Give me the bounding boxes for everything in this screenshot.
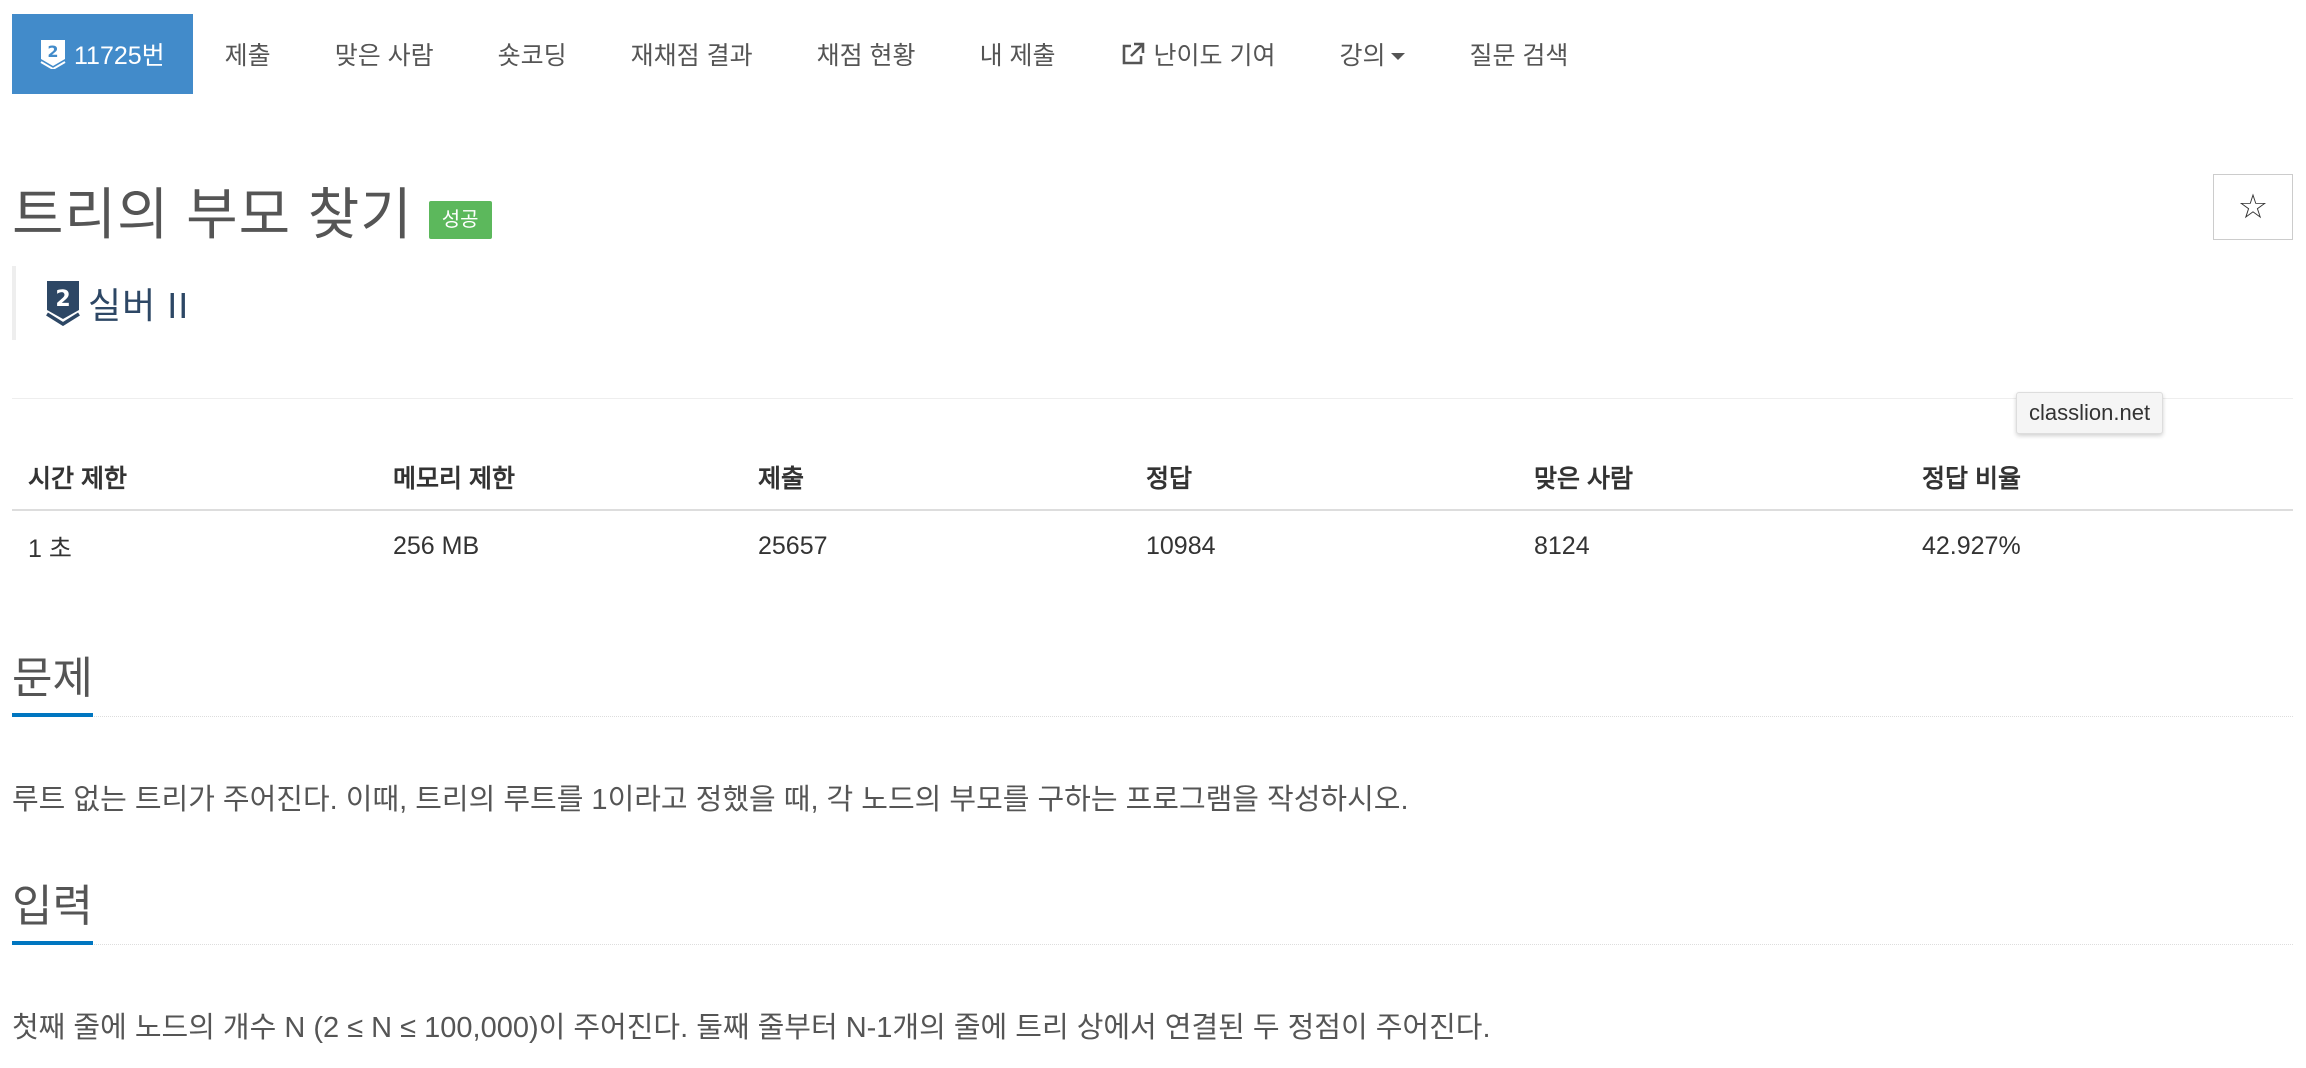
header-accepted: 정답 xyxy=(1130,444,1518,511)
time-limit-value: 1 초 xyxy=(28,534,72,563)
nav-tier-number: 2 xyxy=(47,42,58,61)
star-icon: ☆ xyxy=(2237,188,2269,226)
tier-number: 2 xyxy=(55,287,70,312)
input-description: 첫째 줄에 노드의 개수 N (2 ≤ N ≤ 100,000)이 주어진다. … xyxy=(12,1012,1491,1044)
problem-section-header: 문제 xyxy=(12,645,2293,717)
table-row: 1 초 256 MB 25657 10984 8124 42.927% xyxy=(12,510,2293,582)
solved-users-value: 8124 xyxy=(1534,532,1590,560)
tooltip: classlion.net xyxy=(2016,392,2164,434)
memory-limit-value: 256 MB xyxy=(393,532,480,560)
nav-lecture-label: 강의 xyxy=(1339,42,1386,70)
nav-solved-users[interactable]: 맞은 사람 xyxy=(303,14,466,94)
submissions-value: 25657 xyxy=(758,532,828,560)
nav-difficulty-label: 난이도 기여 xyxy=(1153,42,1276,70)
problem-tier: 2 실버 II xyxy=(12,266,189,340)
nav-my-submissions[interactable]: 내 제출 xyxy=(948,14,1088,94)
header-memory-limit: 메모리 제한 xyxy=(377,444,742,511)
header-solved-users: 맞은 사람 xyxy=(1518,444,1906,511)
nav-problem-label: 11725번 xyxy=(74,42,165,70)
problem-title: 트리의 부모 찾기 xyxy=(12,183,413,246)
input-section-header: 입력 xyxy=(12,873,2293,945)
header-time-limit: 시간 제한 xyxy=(12,444,377,511)
external-link-icon xyxy=(1120,41,1146,67)
nav-judge-status[interactable]: 채점 현황 xyxy=(785,14,948,94)
silver-tier-icon: 2 xyxy=(40,39,66,69)
caret-down-icon xyxy=(1391,52,1406,60)
nav-problem-number[interactable]: 2 11725번 xyxy=(12,14,193,94)
tier-label: 실버 II xyxy=(88,285,190,326)
accept-ratio-value: 42.927% xyxy=(1922,532,2021,560)
table-header-row: 시간 제한 메모리 제한 제출 정답 맞은 사람 정답 비율 xyxy=(12,444,2293,511)
star-button[interactable]: ☆ xyxy=(2213,174,2293,240)
nav-lecture-dropdown[interactable]: 강의 xyxy=(1307,14,1437,94)
nav-submit[interactable]: 제출 xyxy=(193,14,303,94)
nav-difficulty-contribution[interactable]: 난이도 기여 xyxy=(1088,14,1308,94)
problem-nav: 2 11725번 제출 맞은 사람 숏코딩 재채점 결과 채점 현황 내 제출 … xyxy=(12,14,1600,94)
result-badge: 성공 xyxy=(428,200,492,239)
header-accept-ratio: 정답 비율 xyxy=(1906,444,2293,511)
problem-description: 루트 없는 트리가 주어진다. 이때, 트리의 루트를 1이라고 정했을 때, … xyxy=(12,784,1409,816)
problem-info-table: 시간 제한 메모리 제한 제출 정답 맞은 사람 정답 비율 1 초 256 M… xyxy=(12,444,2293,582)
accepted-value: 10984 xyxy=(1146,532,1216,560)
problem-title-row: 트리의 부모 찾기 성공 xyxy=(12,170,492,251)
nav-shortcoding[interactable]: 숏코딩 xyxy=(466,14,599,94)
nav-rejudge-results[interactable]: 재채점 결과 xyxy=(599,14,785,94)
nav-question-search[interactable]: 질문 검색 xyxy=(1437,14,1600,94)
input-section-title: 입력 xyxy=(12,885,93,945)
problem-section-title: 문제 xyxy=(12,657,93,717)
silver-tier-icon: 2 xyxy=(46,280,80,326)
divider xyxy=(12,398,2293,399)
header-submissions: 제출 xyxy=(742,444,1130,511)
